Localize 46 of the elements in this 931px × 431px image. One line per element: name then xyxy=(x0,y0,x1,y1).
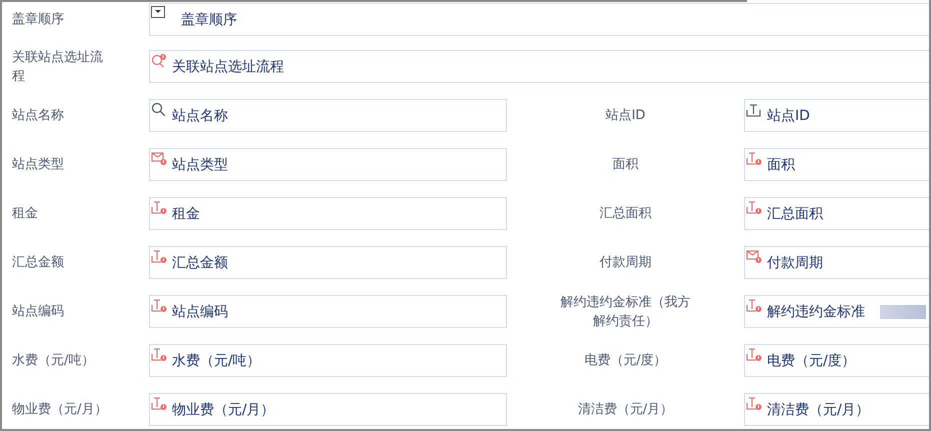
field-label: 付款周期 xyxy=(600,254,652,272)
input-field[interactable]: 物业费（元/月） xyxy=(149,393,507,426)
text-cursor-icon xyxy=(746,200,762,216)
input-field[interactable]: 站点编码 xyxy=(149,295,507,328)
field-label: 水费（元/吨） xyxy=(11,352,96,370)
field-label: 站点ID xyxy=(606,107,646,125)
input-field[interactable]: 关联站点选址流程 xyxy=(149,50,929,83)
field-label: 清洁费（元/月） xyxy=(578,401,674,419)
input-field[interactable]: 汇总面积 xyxy=(744,197,929,230)
input-field[interactable]: 水费（元/吨） xyxy=(149,344,507,377)
input-field[interactable]: 清洁费（元/月） xyxy=(744,393,929,426)
field-label: 站点名称 xyxy=(11,107,65,125)
text-cursor-icon xyxy=(151,298,167,314)
field-label: 解约违约金标准（我方解约责任） xyxy=(560,294,692,330)
field-label: 汇总面积 xyxy=(600,205,652,223)
input-field[interactable]: 站点名称 xyxy=(149,99,507,132)
input-field[interactable]: 付款周期 xyxy=(744,246,929,279)
input-field[interactable]: 汇总金额 xyxy=(149,246,507,279)
dropdown-icon[interactable] xyxy=(151,6,165,18)
envelope-icon xyxy=(151,151,167,167)
text-cursor-icon xyxy=(746,151,762,167)
text-cursor-icon xyxy=(746,102,762,118)
input-field[interactable]: 站点ID xyxy=(744,99,929,132)
text-cursor-icon xyxy=(746,396,762,412)
text-cursor-icon xyxy=(151,347,167,363)
search-icon[interactable] xyxy=(151,102,167,118)
input-field[interactable]: 租金 xyxy=(149,197,507,230)
input-field[interactable]: 电费（元/度） xyxy=(744,344,929,377)
field-label: 汇总金额 xyxy=(11,254,65,272)
field-label: 关联站点选址流程 xyxy=(11,48,104,86)
input-field[interactable]: 面积 xyxy=(744,148,929,181)
dropdown-field[interactable]: 盖章顺序 xyxy=(149,3,929,36)
field-label: 电费（元/度） xyxy=(584,352,667,370)
field-label: 面积 xyxy=(612,156,638,174)
field-label: 盖章顺序 xyxy=(11,11,65,29)
text-cursor-icon xyxy=(151,249,167,265)
field-label: 物业费（元/月） xyxy=(11,401,108,419)
field-label: 站点编码 xyxy=(11,303,65,321)
text-cursor-icon xyxy=(746,347,762,363)
text-cursor-icon xyxy=(151,396,167,412)
text-cursor-icon xyxy=(746,298,762,314)
text-cursor-icon xyxy=(151,200,167,216)
input-field[interactable]: 站点类型 xyxy=(149,148,507,181)
field-label: 租金 xyxy=(11,205,39,223)
field-label: 站点类型 xyxy=(11,156,65,174)
envelope-icon xyxy=(746,249,762,265)
